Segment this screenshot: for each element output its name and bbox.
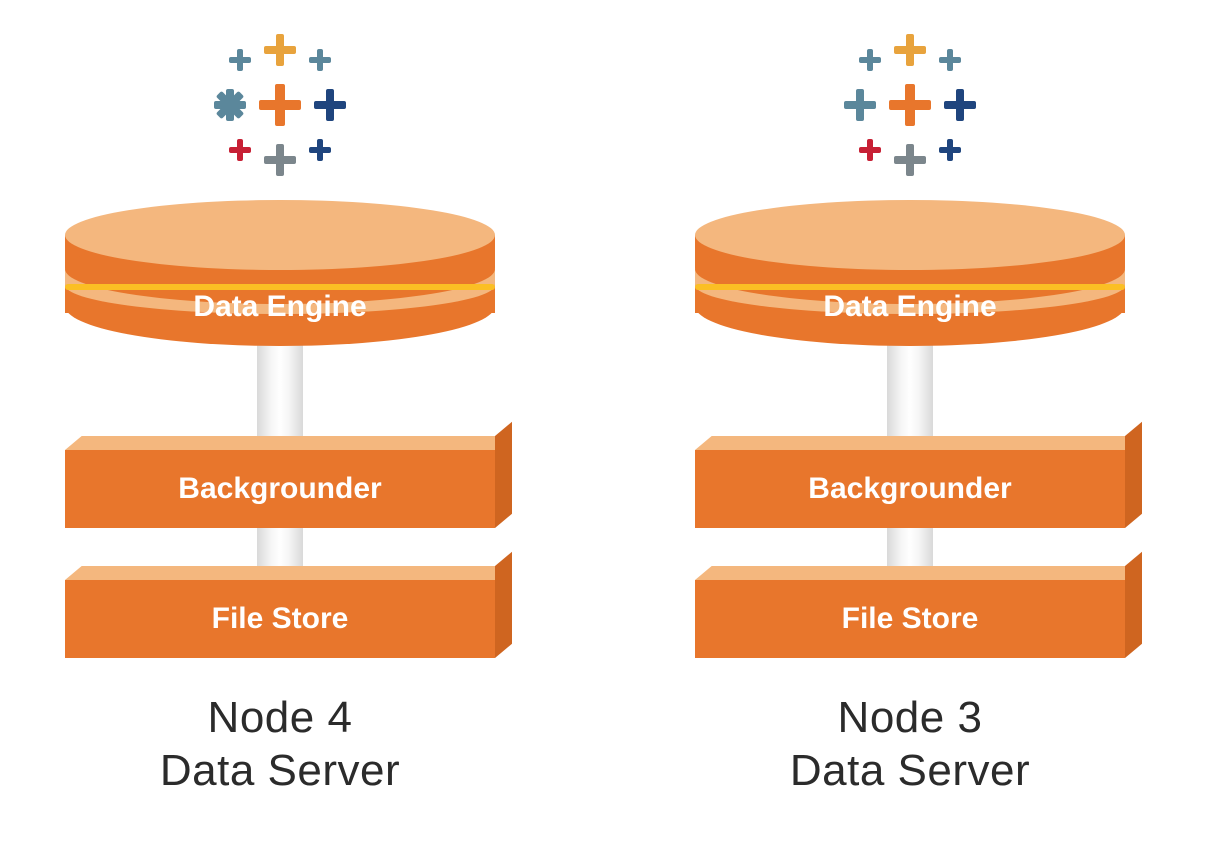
data-engine-label: Data Engine	[65, 290, 495, 324]
file-store-slab: File Store	[65, 580, 495, 658]
node-4: Data Engine Backgrounder File Store Node…	[30, 10, 530, 798]
file-store-slab: File Store	[695, 580, 1125, 658]
backgrounder-slab: Backgrounder	[695, 450, 1125, 528]
node-3-stack: Data Engine Backgrounder File Store	[695, 200, 1125, 680]
node-4-caption: Node 4 Data Server	[30, 692, 530, 798]
node-4-caption-line2: Data Server	[30, 745, 530, 798]
node-4-caption-line1: Node 4	[30, 692, 530, 745]
node-3-caption-line1: Node 3	[660, 692, 1160, 745]
file-store-label: File Store	[695, 580, 1125, 658]
data-engine-label: Data Engine	[695, 290, 1125, 324]
diagram-canvas: Data Engine Backgrounder File Store Node…	[0, 0, 1225, 849]
node-3-caption-line2: Data Server	[660, 745, 1160, 798]
backgrounder-label: Backgrounder	[695, 450, 1125, 528]
tableau-logo-icon	[815, 10, 1005, 200]
tableau-logo-icon	[185, 10, 375, 200]
node-3: Data Engine Backgrounder File Store Node…	[660, 10, 1160, 798]
backgrounder-label: Backgrounder	[65, 450, 495, 528]
node-3-caption: Node 3 Data Server	[660, 692, 1160, 798]
backgrounder-slab: Backgrounder	[65, 450, 495, 528]
file-store-label: File Store	[65, 580, 495, 658]
node-4-stack: Data Engine Backgrounder File Store	[65, 200, 495, 680]
